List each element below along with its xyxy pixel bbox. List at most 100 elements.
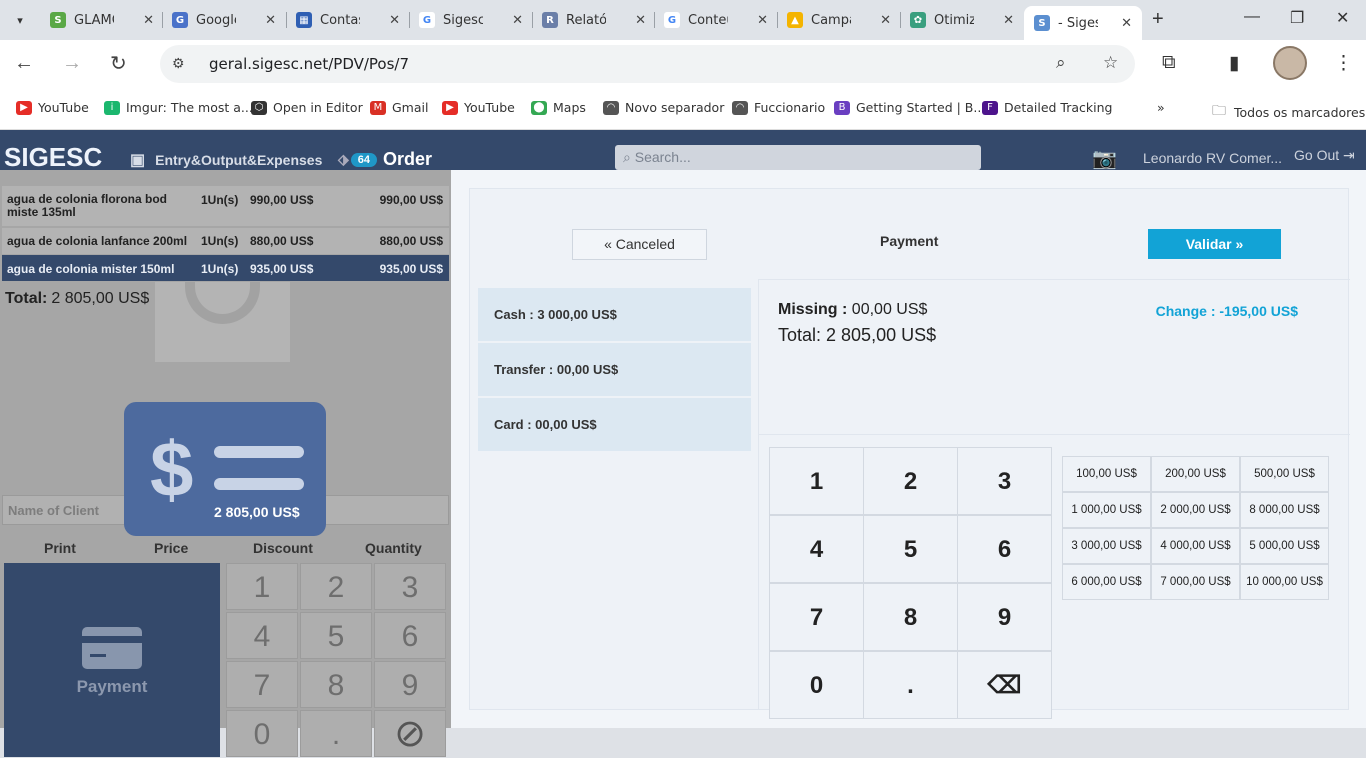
url-text[interactable]: geral.sigesc.net/PDV/Pos/7: [209, 55, 409, 73]
validate-button[interactable]: Validar »: [1148, 229, 1281, 259]
search-input[interactable]: ⌕ Search...: [615, 145, 981, 170]
clear-key-icon[interactable]: ⊘: [374, 710, 446, 757]
bookmark-item[interactable]: B Getting Started | B...: [834, 100, 985, 115]
quick-amount-button[interactable]: 10 000,00 US$: [1240, 564, 1329, 600]
browser-tab[interactable]: ✿ Otimiz ✕: [908, 6, 1018, 34]
left-numpad-key[interactable]: 3: [374, 563, 446, 610]
method-cash[interactable]: Cash : 3 000,00 US$: [478, 288, 751, 341]
browser-tab[interactable]: R Relatór ✕: [540, 6, 650, 34]
profile-avatar[interactable]: [1273, 46, 1307, 80]
left-numpad-key[interactable]: 6: [374, 612, 446, 659]
left-numpad-key[interactable]: 9: [374, 661, 446, 708]
numpad-key[interactable]: 6: [957, 515, 1052, 583]
numpad-key[interactable]: 7: [769, 583, 864, 651]
bookmark-item[interactable]: ⬡ Open in Editor: [251, 100, 363, 115]
tab-close-icon[interactable]: ✕: [635, 13, 646, 28]
bookmark-item[interactable]: ◠ Fuccionario: [732, 100, 825, 115]
browser-tab[interactable]: S - Sigesc ✕: [1024, 6, 1142, 40]
left-numpad-key[interactable]: .: [300, 710, 372, 757]
left-numpad-key[interactable]: 8: [300, 661, 372, 708]
order-row-selected[interactable]: agua de colonia mister 150ml 1Un(s) 935,…: [2, 255, 449, 281]
numpad-key[interactable]: 2: [863, 447, 958, 515]
new-tab-button[interactable]: +: [1152, 8, 1164, 31]
quick-amount-button[interactable]: 4 000,00 US$: [1151, 528, 1240, 564]
price-column[interactable]: Price: [154, 540, 188, 556]
numpad-key[interactable]: 8: [863, 583, 958, 651]
tab-close-icon[interactable]: ✕: [757, 13, 768, 28]
zoom-icon[interactable]: ⌕: [1056, 53, 1066, 73]
order-row[interactable]: agua de colonia florona bod miste 135ml …: [2, 186, 449, 226]
left-numpad-key[interactable]: 5: [300, 612, 372, 659]
tab-close-icon[interactable]: ✕: [1121, 16, 1132, 31]
quick-amount-button[interactable]: 500,00 US$: [1240, 456, 1329, 492]
menu-dots-icon[interactable]: ⋮: [1334, 52, 1353, 75]
bookmark-item[interactable]: i Imgur: The most a...: [104, 100, 253, 115]
numpad-key[interactable]: 9: [957, 583, 1052, 651]
print-column[interactable]: Print: [44, 540, 76, 556]
go-out-button[interactable]: Go Out ⇥: [1294, 147, 1355, 164]
more-bookmarks-icon[interactable]: »: [1157, 100, 1165, 115]
tab-close-icon[interactable]: ✕: [1003, 13, 1014, 28]
cancel-button[interactable]: « Canceled: [572, 229, 707, 260]
quantity-column[interactable]: Quantity: [365, 540, 422, 556]
numpad-key[interactable]: 5: [863, 515, 958, 583]
browser-tab[interactable]: S GLAMO ✕: [48, 6, 158, 34]
tab-close-icon[interactable]: ✕: [880, 13, 891, 28]
quick-amount-button[interactable]: 8 000,00 US$: [1240, 492, 1329, 528]
browser-tab[interactable]: ▲ Campa ✕: [785, 6, 895, 34]
browser-tab[interactable]: G Sigesc ✕: [417, 6, 527, 34]
left-numpad-key[interactable]: 2: [300, 563, 372, 610]
side-panel-icon[interactable]: ▮: [1229, 52, 1239, 75]
minimize-icon[interactable]: —: [1244, 8, 1260, 26]
quick-amount-button[interactable]: 7 000,00 US$: [1151, 564, 1240, 600]
bookmark-item[interactable]: ▶ YouTube: [442, 100, 515, 115]
bookmark-star-icon[interactable]: ☆: [1103, 53, 1118, 73]
tab-close-icon[interactable]: ✕: [143, 13, 154, 28]
site-info-icon[interactable]: ⚙: [172, 55, 185, 72]
browser-tab[interactable]: G Google ✕: [170, 6, 280, 34]
numpad-key[interactable]: .: [863, 651, 958, 719]
quick-amount-button[interactable]: 100,00 US$: [1062, 456, 1151, 492]
numpad-key[interactable]: 3: [957, 447, 1052, 515]
bookmark-item[interactable]: M Gmail: [370, 100, 428, 115]
tab-close-icon[interactable]: ✕: [512, 13, 523, 28]
quick-amount-button[interactable]: 5 000,00 US$: [1240, 528, 1329, 564]
method-transfer[interactable]: Transfer : 00,00 US$: [478, 343, 751, 396]
user-name[interactable]: Leonardo RV Comer...: [1143, 150, 1282, 166]
method-card[interactable]: Card : 00,00 US$: [478, 398, 751, 451]
left-numpad-key[interactable]: 0: [226, 710, 298, 757]
numpad-key[interactable]: 0: [769, 651, 864, 719]
order-row[interactable]: agua de colonia lanfance 200ml 1Un(s) 88…: [2, 228, 449, 254]
tab-close-icon[interactable]: ✕: [265, 13, 276, 28]
order-link[interactable]: ⬗ 64 Order: [338, 149, 432, 170]
bookmark-item[interactable]: F Detailed Tracking: [982, 100, 1112, 115]
back-icon[interactable]: ←: [14, 52, 34, 75]
reload-icon[interactable]: ↻: [110, 51, 127, 76]
browser-tab[interactable]: ▦ Contas ✕: [294, 6, 404, 34]
numpad-key[interactable]: 1: [769, 447, 864, 515]
left-numpad-key[interactable]: 1: [226, 563, 298, 610]
discount-column[interactable]: Discount: [253, 540, 313, 556]
add-photo-icon[interactable]: 📷: [1092, 146, 1117, 171]
entry-output-link[interactable]: ▣ Entry&Output&Expenses: [130, 150, 322, 170]
tab-close-icon[interactable]: ✕: [389, 13, 400, 28]
quick-amount-button[interactable]: 3 000,00 US$: [1062, 528, 1151, 564]
bookmark-item[interactable]: ◠ Novo separador: [603, 100, 724, 115]
numpad-key[interactable]: 4: [769, 515, 864, 583]
left-numpad-key[interactable]: 4: [226, 612, 298, 659]
quick-amount-button[interactable]: 1 000,00 US$: [1062, 492, 1151, 528]
restore-icon[interactable]: ❐: [1290, 8, 1304, 28]
quick-amount-button[interactable]: 2 000,00 US$: [1151, 492, 1240, 528]
left-numpad-key[interactable]: 7: [226, 661, 298, 708]
logo[interactable]: SIGESC: [4, 142, 102, 173]
eraser-icon[interactable]: ⌫: [957, 651, 1052, 719]
window-close-icon[interactable]: ✕: [1336, 8, 1349, 28]
bookmark-item[interactable]: ⬤ Maps: [531, 100, 586, 115]
tab-search-chevron-icon[interactable]: ▾: [8, 8, 32, 32]
forward-icon[interactable]: →: [62, 52, 82, 75]
extensions-icon[interactable]: ⧉: [1162, 52, 1176, 74]
quick-amount-button[interactable]: 6 000,00 US$: [1062, 564, 1151, 600]
browser-tab[interactable]: G Conteú ✕: [662, 6, 772, 34]
bookmark-item[interactable]: ▶ YouTube: [16, 100, 89, 115]
quick-amount-button[interactable]: 200,00 US$: [1151, 456, 1240, 492]
